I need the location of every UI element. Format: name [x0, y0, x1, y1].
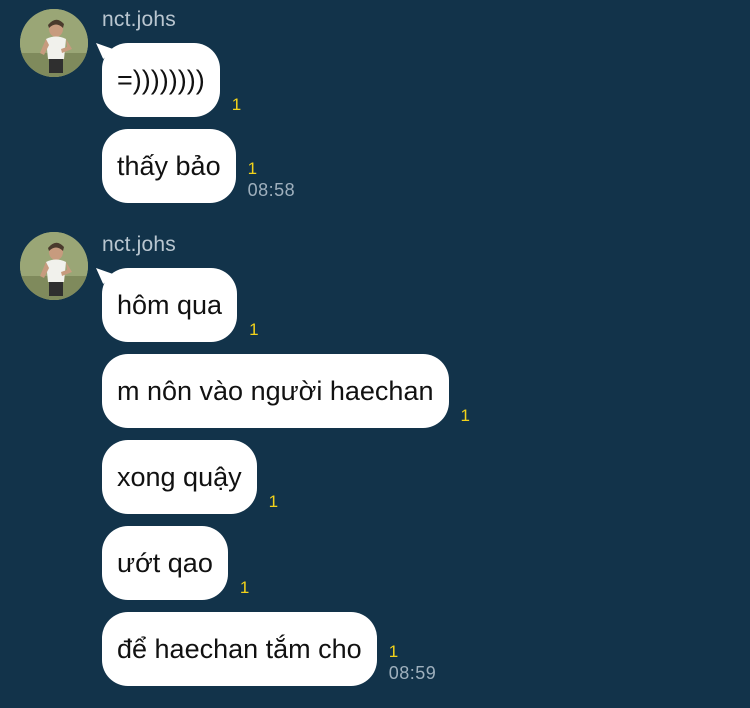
- sender-avatar[interactable]: [20, 232, 88, 300]
- read-count: 1: [388, 642, 399, 661]
- read-count: 1: [268, 492, 279, 511]
- message-bubble[interactable]: để haechan tắm cho: [102, 612, 377, 686]
- sender-name: nct.johs: [102, 8, 176, 31]
- message-meta: 1: [269, 492, 278, 514]
- message-row: để haechan tắm cho 1 08:59: [102, 612, 436, 686]
- sender-name: nct.johs: [102, 233, 176, 256]
- message-row: =)))))))) 1: [102, 43, 241, 117]
- message-meta: 1: [461, 406, 470, 428]
- message-bubble[interactable]: =)))))))): [102, 43, 220, 117]
- message-meta: 1: [232, 95, 241, 117]
- message-bubble[interactable]: hôm qua: [102, 268, 238, 342]
- message-bubble[interactable]: thấy bảo: [102, 129, 236, 203]
- read-count: 1: [239, 578, 250, 597]
- message-row: thấy bảo 1 08:58: [102, 129, 295, 203]
- message-bubble[interactable]: ướt qao: [102, 526, 228, 600]
- message-meta: 1: [249, 320, 258, 342]
- timestamp: 08:58: [247, 180, 296, 200]
- chat-messages-area[interactable]: nct.johs =)))))))) 1 thấy bảo 1 08:58 nc…: [0, 0, 750, 708]
- message-row: xong quậy 1: [102, 440, 278, 514]
- read-count: 1: [247, 159, 258, 178]
- avatar-photo-icon: [20, 9, 88, 77]
- timestamp: 08:59: [388, 663, 437, 683]
- read-count: 1: [249, 320, 259, 339]
- message-row: ướt qao 1: [102, 526, 249, 600]
- sender-avatar[interactable]: [20, 9, 88, 77]
- avatar-photo-icon: [20, 232, 88, 300]
- message-meta: 1: [240, 578, 249, 600]
- message-meta: 1 08:58: [248, 159, 296, 203]
- message-row: hôm qua 1: [102, 268, 259, 342]
- message-row: m nôn vào người haechan 1: [102, 354, 470, 428]
- message-bubble[interactable]: m nôn vào người haechan: [102, 354, 449, 428]
- read-count: 1: [231, 95, 242, 114]
- read-count: 1: [460, 406, 470, 425]
- message-bubble[interactable]: xong quậy: [102, 440, 257, 514]
- message-meta: 1 08:59: [389, 642, 437, 686]
